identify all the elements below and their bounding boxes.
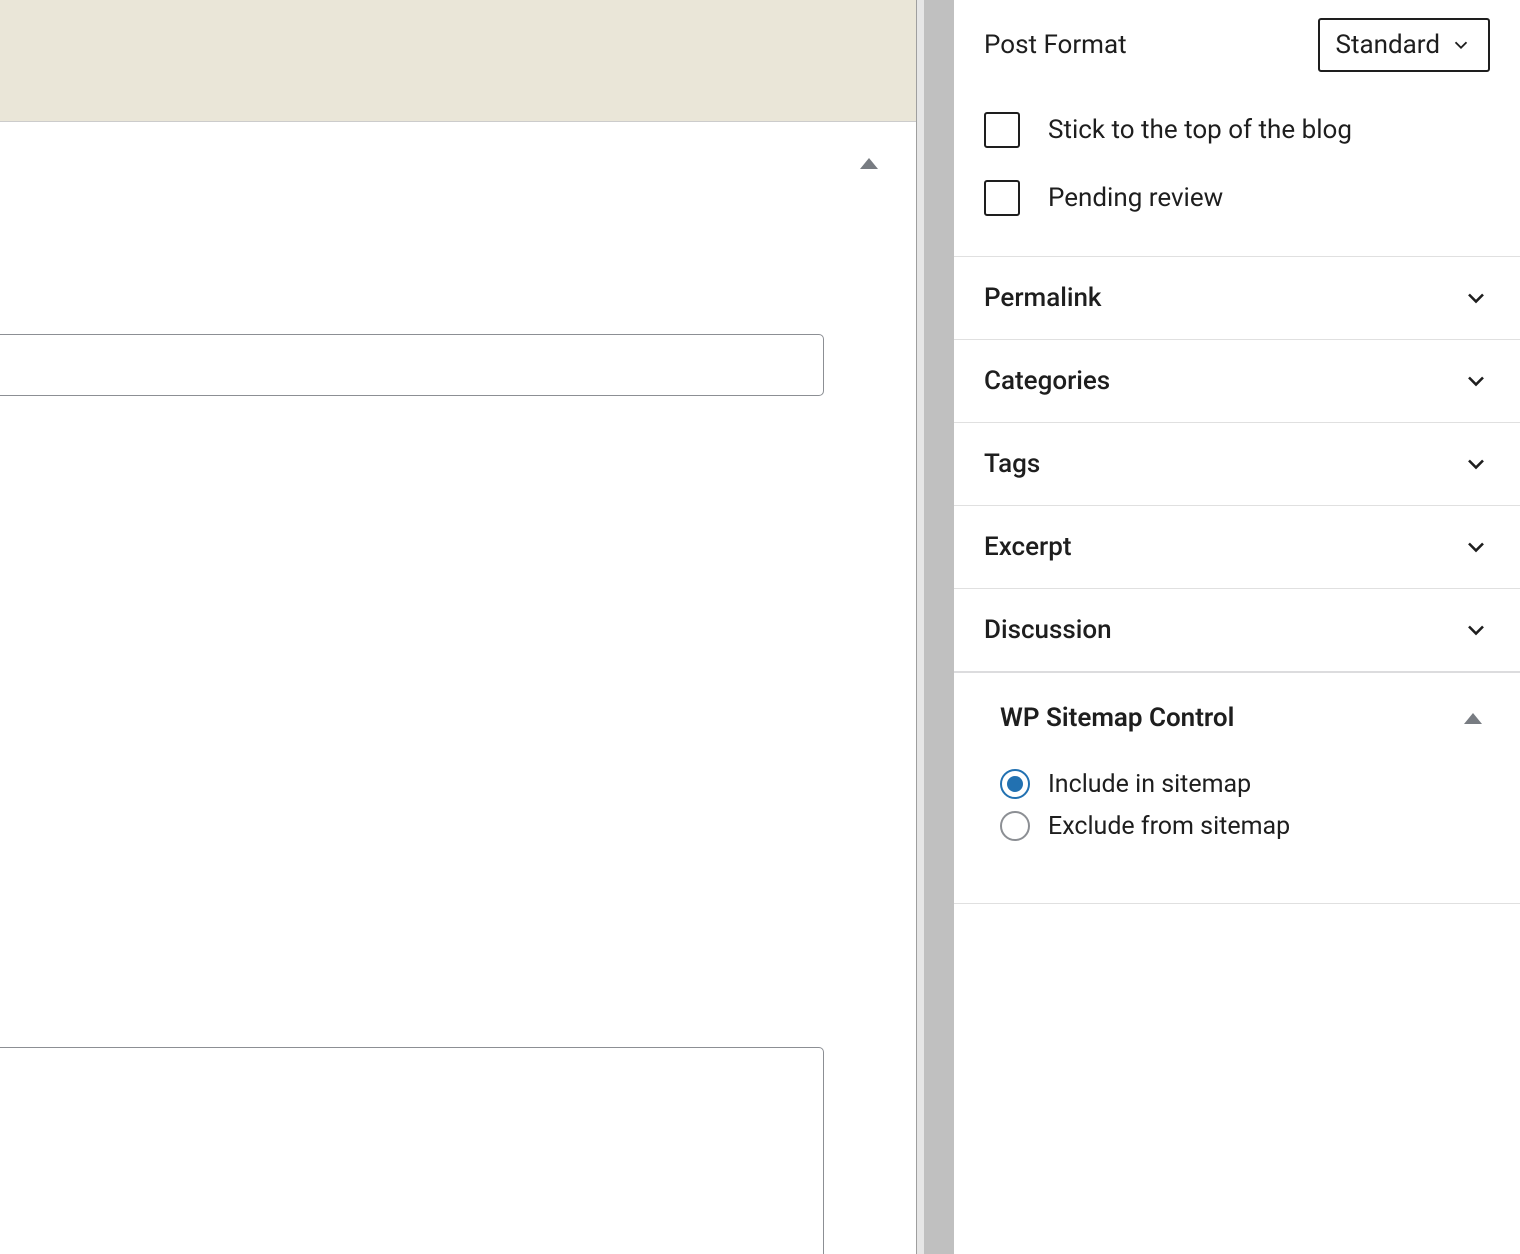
panel-categories-label: Categories [984,366,1110,396]
wp-sitemap-control: WP Sitemap Control Include in sitemap Ex… [954,671,1520,904]
post-format-select[interactable]: Standard [1318,18,1490,72]
panel-discussion-label: Discussion [984,615,1112,645]
panel-discussion[interactable]: Discussion [954,589,1520,671]
sticky-row: Stick to the top of the blog [954,96,1520,164]
metabox-collapse-icon[interactable] [860,158,878,169]
chevron-down-icon [1450,34,1472,56]
chevron-down-icon [1462,616,1490,644]
panel-permalink[interactable]: Permalink [954,256,1520,340]
editor-canvas-band [0,0,916,122]
pending-row: Pending review [954,164,1520,256]
editor-splitter-handle[interactable] [917,0,924,1254]
panel-excerpt-label: Excerpt [984,532,1071,562]
editor-splitter[interactable] [916,0,954,1254]
panel-tags[interactable]: Tags [954,423,1520,506]
panel-excerpt[interactable]: Excerpt [954,506,1520,589]
sitemap-include-label: Include in sitemap [1048,770,1251,799]
pending-checkbox[interactable] [984,180,1020,216]
wp-sitemap-header[interactable]: WP Sitemap Control [954,673,1520,763]
sticky-checkbox[interactable] [984,112,1020,148]
wp-sitemap-title: WP Sitemap Control [1000,703,1234,733]
sitemap-exclude-label: Exclude from sitemap [1048,812,1290,841]
panel-categories[interactable]: Categories [954,340,1520,423]
meta-text-input[interactable] [0,334,824,396]
triangle-up-icon [1464,713,1482,724]
pending-label: Pending review [1048,183,1223,213]
meta-textarea[interactable] [0,1047,824,1254]
chevron-down-icon [1462,367,1490,395]
chevron-down-icon [1462,450,1490,478]
post-format-label: Post Format [984,30,1127,60]
sticky-label: Stick to the top of the blog [1048,115,1352,145]
sitemap-include-row[interactable]: Include in sitemap [954,763,1520,805]
chevron-down-icon [1462,533,1490,561]
panel-permalink-label: Permalink [984,283,1102,313]
wp-sitemap-body: Include in sitemap Exclude from sitemap [954,763,1520,904]
sitemap-exclude-radio[interactable] [1000,811,1030,841]
panel-tags-label: Tags [984,449,1040,479]
sitemap-exclude-row[interactable]: Exclude from sitemap [954,805,1520,847]
editor-area [0,0,916,1254]
sitemap-include-radio[interactable] [1000,769,1030,799]
post-format-row: Post Format Standard [954,0,1520,96]
post-format-value: Standard [1336,30,1440,60]
post-settings-sidebar: Post Format Standard Stick to the top of… [954,0,1520,1254]
chevron-down-icon [1462,284,1490,312]
